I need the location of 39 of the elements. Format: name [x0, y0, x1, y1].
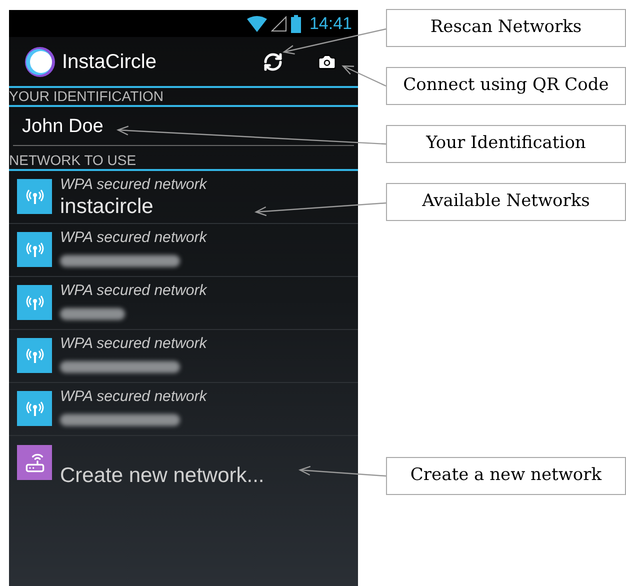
- network-security: WPA secured network: [60, 335, 207, 353]
- camera-icon: [317, 52, 337, 72]
- antenna-icon: [26, 400, 44, 416]
- create-network-item[interactable]: Create new network...: [9, 436, 358, 498]
- antenna-icon: [26, 294, 44, 310]
- router-icon: [24, 452, 44, 472]
- network-name: instacircle: [60, 194, 154, 220]
- network-item[interactable]: WPA secured network: [9, 383, 358, 436]
- network-security: WPA secured network: [60, 388, 207, 406]
- antenna-icon: [26, 188, 44, 204]
- leader-arrow: [342, 65, 386, 87]
- create-network-label: Create new network...: [60, 463, 264, 489]
- signal-icon: [271, 16, 288, 32]
- callout-label: Your Identification: [386, 125, 626, 163]
- section-header: NETWORK TO USE: [9, 152, 136, 169]
- battery-icon: [291, 14, 302, 32]
- callout-label: Rescan Networks: [386, 9, 626, 47]
- name-field[interactable]: John Doe: [13, 110, 354, 146]
- callout-label: Available Networks: [386, 183, 626, 221]
- wifi-icon: [247, 16, 268, 32]
- app-title: InstaCircle: [62, 50, 156, 74]
- network-security: WPA secured network: [60, 282, 207, 300]
- camera-button[interactable]: [317, 52, 337, 72]
- network-security: WPA secured network: [60, 229, 207, 247]
- network-item[interactable]: WPA secured network: [9, 330, 358, 383]
- refresh-button[interactable]: [263, 52, 283, 72]
- callout-label: Connect using QR Code: [386, 67, 626, 105]
- antenna-icon: [26, 242, 44, 258]
- callout-label: Create a new network: [386, 457, 626, 495]
- section-header: YOUR IDENTIFICATION: [9, 88, 164, 105]
- network-item[interactable]: WPA secured network instacircle: [9, 171, 358, 224]
- redaction-smudge: [60, 308, 125, 320]
- antenna-icon: [26, 348, 44, 364]
- refresh-icon: [263, 52, 283, 72]
- network-security: WPA secured network: [60, 176, 207, 194]
- network-item[interactable]: WPA secured network: [9, 277, 358, 330]
- status-time: 14:41: [309, 12, 352, 35]
- app-logo-icon: [24, 46, 56, 78]
- network-item[interactable]: WPA secured network: [9, 224, 358, 277]
